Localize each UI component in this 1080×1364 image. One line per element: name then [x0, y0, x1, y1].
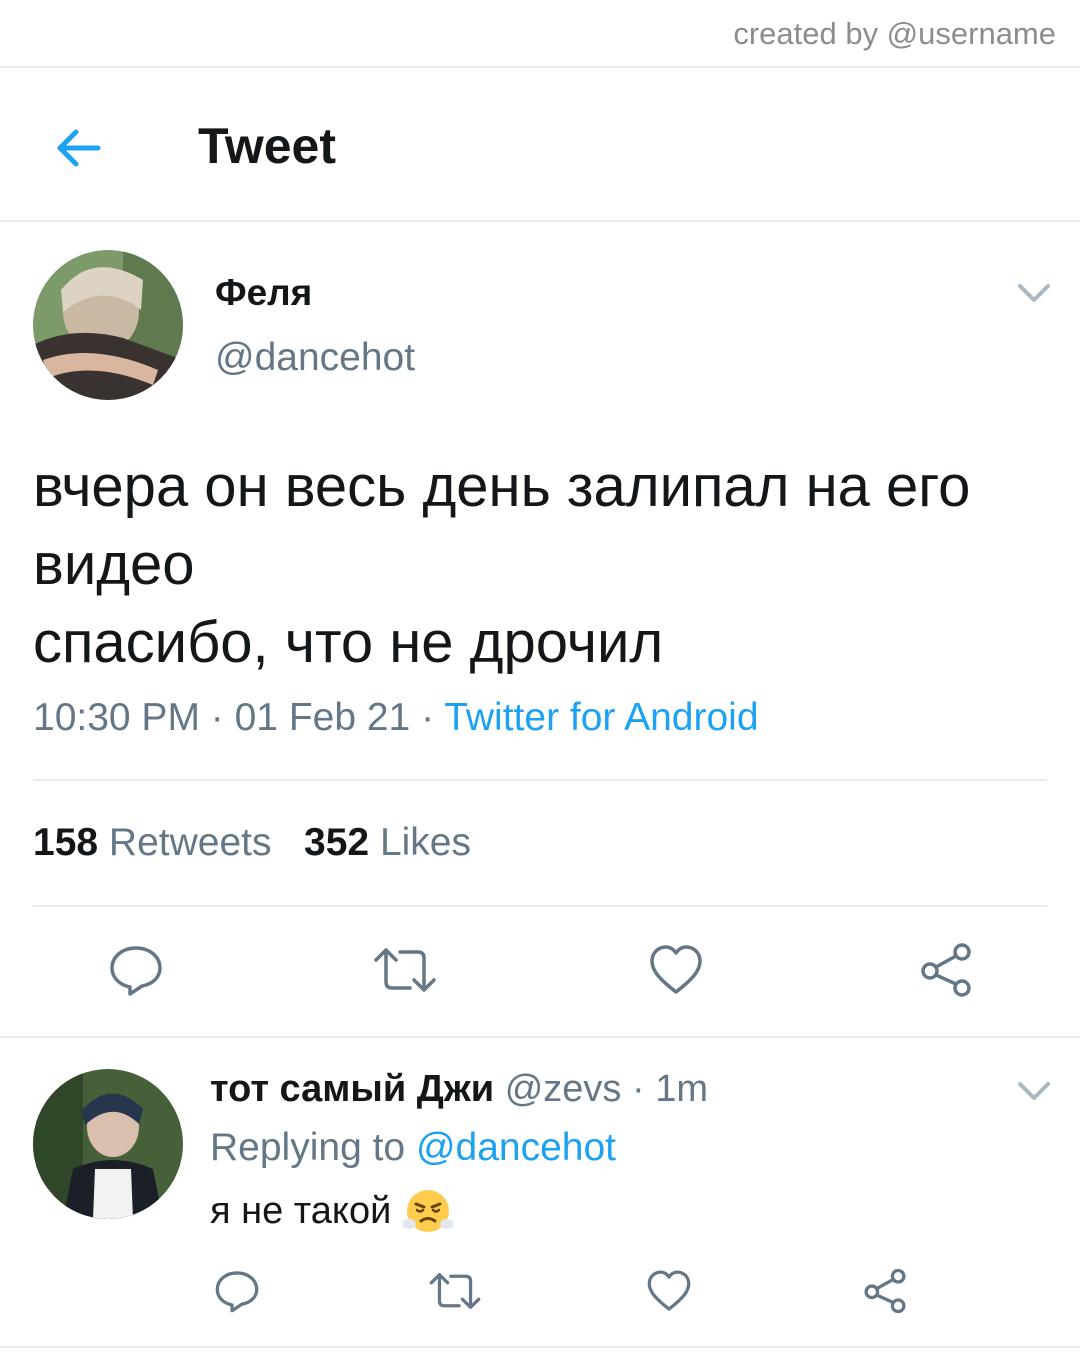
tweet-time: 10:30 PM [33, 696, 200, 739]
reply-avatar[interactable] [33, 1069, 183, 1219]
retweets-stat[interactable]: 158 Retweets [33, 821, 272, 864]
chevron-down-icon[interactable] [1014, 1076, 1054, 1106]
likes-count: 352 [304, 821, 370, 864]
reply-author-handle[interactable]: @zevs [505, 1068, 622, 1110]
tweet-meta: 10:30 PM · 01 Feb 21 · Twitter for Andro… [33, 696, 759, 740]
divider [0, 1346, 1080, 1348]
divider [0, 66, 1080, 68]
author-handle[interactable]: @dancehot [215, 336, 415, 380]
tweet-source-link[interactable]: Twitter for Android [444, 696, 758, 739]
share-icon[interactable] [862, 1268, 908, 1314]
like-icon[interactable] [646, 1268, 692, 1314]
meta-separator: · [410, 696, 445, 739]
reply-icon[interactable] [108, 942, 164, 998]
watermark: created by @username [733, 16, 1056, 51]
retweet-icon[interactable] [428, 1268, 482, 1314]
retweets-count: 158 [33, 821, 99, 864]
divider [33, 779, 1047, 781]
tweet-date: 01 Feb 21 [234, 696, 411, 739]
author-name[interactable]: Феля [215, 272, 312, 314]
reply-header: тот самый Джи @zevs · 1m [210, 1068, 708, 1111]
share-icon[interactable] [918, 942, 974, 998]
reply-author-name[interactable]: тот самый Джи [210, 1068, 494, 1110]
chevron-down-icon[interactable] [1014, 278, 1054, 308]
reply-text: я не такой [210, 1189, 392, 1232]
tweet-stats: 158 Retweets 352 Likes [33, 821, 471, 865]
reply-time: 1m [655, 1068, 708, 1110]
divider [0, 1036, 1080, 1038]
likes-label: Likes [379, 821, 471, 864]
replying-to-link[interactable]: @dancehot [416, 1126, 616, 1169]
steam-face-emoji-icon [402, 1186, 455, 1236]
replying-to: Replying to @dancehot [210, 1126, 616, 1170]
meta-separator: · [621, 1068, 656, 1110]
divider [0, 220, 1080, 222]
like-icon[interactable] [648, 942, 704, 998]
back-arrow-icon[interactable] [50, 120, 106, 176]
tweet-text: вчера он весь день залипал на его видео … [33, 454, 971, 675]
reply-text-row: я не такой [210, 1186, 455, 1236]
meta-separator: · [199, 696, 235, 739]
replying-prefix: Replying to [210, 1126, 416, 1169]
page-title: Tweet [198, 118, 336, 174]
retweets-label: Retweets [108, 821, 272, 864]
avatar[interactable] [33, 250, 183, 400]
reply-icon[interactable] [214, 1268, 260, 1314]
divider [33, 905, 1047, 907]
likes-stat[interactable]: 352 Likes [304, 821, 471, 864]
retweet-icon[interactable] [372, 942, 438, 998]
